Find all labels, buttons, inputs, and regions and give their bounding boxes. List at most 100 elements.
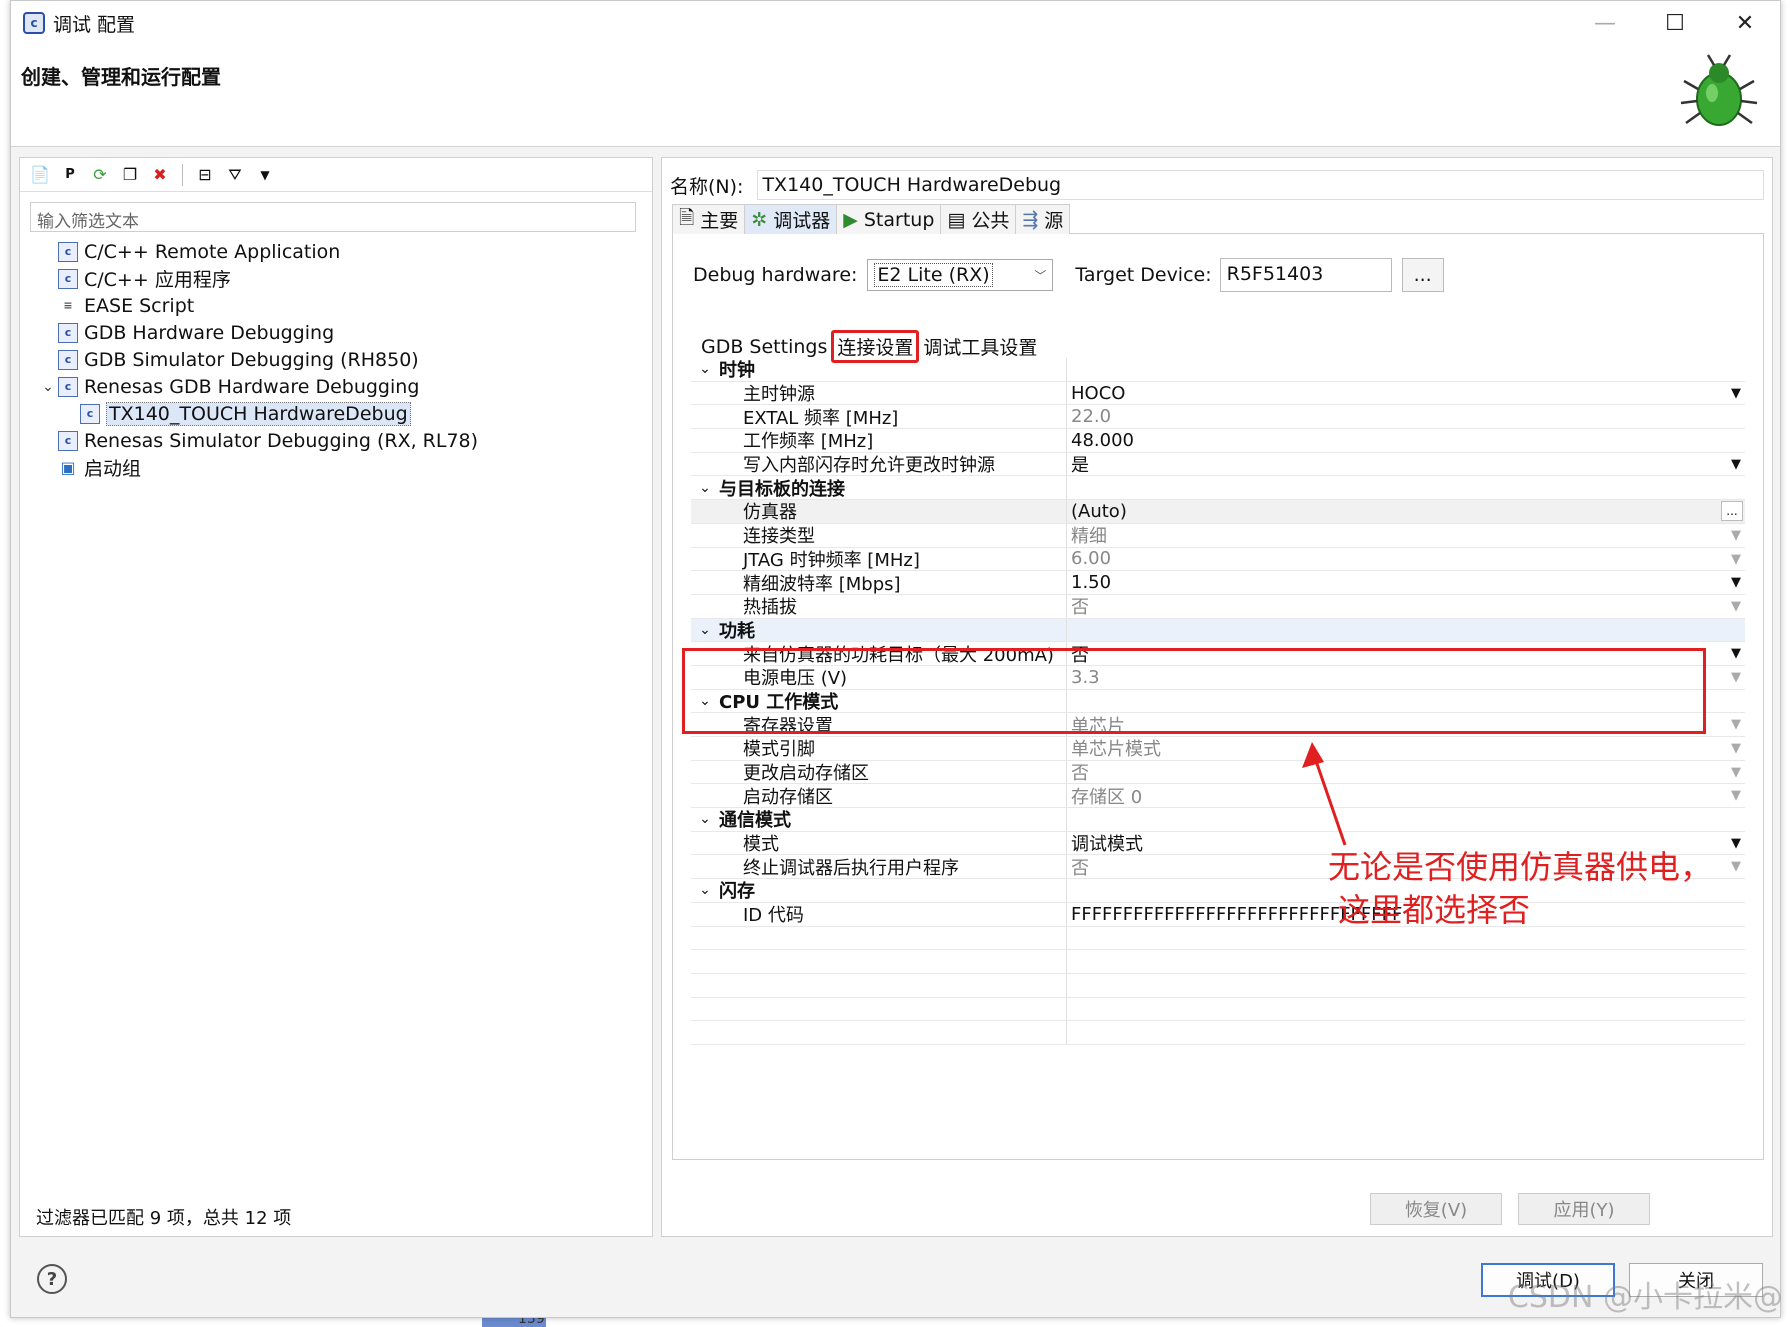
chevron-down-icon[interactable]: ⌄ [691, 480, 719, 496]
grid-property-row[interactable]: 工作频率 [MHz] 48.000 [691, 429, 1745, 453]
tree-item[interactable]: c Renesas Simulator Debugging (RX, RL78) [20, 427, 652, 454]
filter-icon[interactable]: ⛛ [223, 163, 247, 187]
grid-property-row[interactable]: EXTAL 频率 [MHz] 22.0 [691, 405, 1745, 430]
tab-source[interactable]: ⇶ 源 [1015, 204, 1071, 234]
grid-property-row[interactable] [691, 950, 1745, 974]
dropdown-arrow-icon[interactable]: ▼ [1731, 646, 1741, 661]
chevron-down-icon[interactable]: ⌄ [691, 882, 719, 898]
dropdown-arrow-icon[interactable]: ▼ [1731, 552, 1741, 567]
tab-common[interactable]: ▤ 公共 [940, 204, 1017, 234]
property-name-cell [691, 997, 1067, 1021]
target-device-input[interactable]: R5F51403 [1219, 258, 1392, 292]
grid-category-row[interactable]: ⌄ 时钟 [691, 358, 1745, 382]
property-value-cell[interactable]: 是 [1067, 453, 1745, 476]
property-value-cell[interactable]: 否 [1067, 595, 1745, 618]
name-input[interactable]: TX140_TOUCH HardwareDebug [757, 170, 1765, 200]
grid-property-row[interactable]: 热插拔 否 ▼ [691, 594, 1745, 619]
property-value-cell[interactable] [1067, 950, 1745, 973]
browse-device-button[interactable]: ... [1401, 258, 1444, 292]
grid-property-row[interactable]: 精细波特率 [Mbps] 1.50 ▼ [691, 571, 1745, 595]
subtab-gdb-settings[interactable]: GDB Settings [697, 334, 831, 360]
grid-property-row[interactable]: 主时钟源 HOCO ▼ [691, 381, 1745, 406]
property-value-cell[interactable]: HOCO [1067, 382, 1745, 405]
dropdown-arrow-icon[interactable]: ▼ [1731, 386, 1741, 401]
property-name-cell: 更改启动存储区 [691, 760, 1067, 784]
property-value-cell[interactable]: (Auto) [1067, 500, 1745, 523]
delete-icon[interactable]: ✖ [148, 163, 172, 187]
browse-emulator-button[interactable]: ... [1721, 501, 1743, 522]
chevron-down-icon[interactable]: ⌄ [691, 361, 719, 377]
hardware-row: Debug hardware: E2 Lite (RX) ﹀ Target De… [693, 258, 1444, 292]
apply-button[interactable]: 应用(Y) [1518, 1193, 1650, 1225]
tab-startup[interactable]: ▶ Startup [836, 204, 942, 234]
new-config-icon[interactable]: 📄 [28, 163, 52, 187]
maximize-button[interactable]: ☐ [1640, 1, 1710, 45]
grid-property-row[interactable]: JTAG 时钟频率 [MHz] 6.00 ▼ [691, 547, 1745, 572]
dropdown-arrow-icon[interactable]: ▼ [1731, 457, 1741, 472]
property-value-cell[interactable]: 48.000 [1067, 429, 1745, 452]
chevron-down-icon[interactable]: ⌄ [38, 379, 58, 395]
tree-item[interactable]: c GDB Hardware Debugging [20, 319, 652, 346]
tree-item[interactable]: c TX140_TOUCH HardwareDebug [20, 400, 652, 427]
property-name-cell: 启动存储区 [691, 784, 1067, 808]
dropdown-arrow-icon[interactable]: ▼ [1731, 670, 1741, 685]
property-value-cell[interactable]: 单芯片模式 [1067, 737, 1745, 760]
dropdown-arrow-icon[interactable]: ▼ [1731, 717, 1741, 732]
close-window-button[interactable]: ✕ [1710, 1, 1780, 45]
property-value-cell[interactable] [1067, 974, 1745, 997]
property-value-cell[interactable] [1067, 1021, 1745, 1044]
revert-button[interactable]: 恢复(V) [1370, 1193, 1502, 1225]
tree-item[interactable]: c GDB Simulator Debugging (RH850) [20, 346, 652, 373]
chevron-down-icon[interactable]: ⌄ [691, 622, 719, 638]
property-value-cell[interactable]: 否 [1067, 761, 1745, 784]
chevron-down-icon[interactable]: ▼ [253, 163, 277, 187]
grid-property-row[interactable]: 更改启动存储区 否 ▼ [691, 760, 1745, 785]
tree-item[interactable]: c C/C++ Remote Application [20, 238, 652, 265]
property-value-cell[interactable]: 存储区 0 [1067, 784, 1745, 808]
filter-input[interactable]: 输入筛选文本 [30, 202, 636, 232]
property-name-cell: ⌄ 与目标板的连接 [691, 476, 1067, 500]
property-value-cell[interactable]: 6.00 [1067, 548, 1745, 571]
property-name-cell: ⌄ 闪存 [691, 879, 1067, 902]
grid-property-row[interactable]: 连接类型 精细 ▼ [691, 523, 1745, 548]
tree-item[interactable]: ≡ EASE Script [20, 292, 652, 319]
tab-debugger[interactable]: ✲ 调试器 [744, 204, 838, 234]
tab-main[interactable]: 🗎 主要 [672, 204, 746, 234]
tree-item-label: GDB Hardware Debugging [84, 321, 335, 344]
tree-item[interactable]: ▣ 启动组 [20, 454, 652, 481]
debug-hardware-select[interactable]: E2 Lite (RX) ﹀ [867, 259, 1054, 291]
grid-category-row[interactable]: ⌄ 通信模式 [691, 808, 1745, 832]
tree-item[interactable]: c C/C++ 应用程序 [20, 265, 652, 292]
grid-property-row[interactable]: 仿真器 (Auto)... [691, 500, 1745, 524]
property-value-cell[interactable]: 精细 [1067, 524, 1745, 547]
duplicate-icon[interactable]: ❐ [118, 163, 142, 187]
property-value-cell[interactable]: 22.0 [1067, 405, 1745, 428]
dropdown-arrow-icon[interactable]: ▼ [1731, 741, 1741, 756]
tree-item[interactable]: ⌄ c Renesas GDB Hardware Debugging [20, 373, 652, 400]
grid-property-row[interactable] [691, 997, 1745, 1022]
dropdown-arrow-icon[interactable]: ▼ [1731, 836, 1741, 851]
dropdown-arrow-icon[interactable]: ▼ [1731, 599, 1741, 614]
grid-property-row[interactable] [691, 973, 1745, 998]
c-config-icon: c [58, 349, 78, 370]
dropdown-arrow-icon[interactable]: ▼ [1731, 765, 1741, 780]
help-icon[interactable]: ? [37, 1264, 67, 1294]
grid-property-row[interactable] [691, 1021, 1745, 1045]
dropdown-arrow-icon[interactable]: ▼ [1731, 859, 1741, 874]
minimize-button[interactable]: — [1570, 1, 1640, 45]
dropdown-arrow-icon[interactable]: ▼ [1731, 788, 1741, 803]
property-value-cell[interactable] [1067, 998, 1745, 1021]
dropdown-arrow-icon[interactable]: ▼ [1731, 575, 1741, 590]
chevron-down-icon[interactable]: ⌄ [691, 811, 719, 827]
export-icon[interactable]: ⟳ [88, 163, 112, 187]
grid-property-row[interactable]: 写入内部闪存时允许更改时钟源 是 ▼ [691, 452, 1745, 477]
grid-category-row[interactable]: ⌄ 功耗 [691, 618, 1745, 643]
property-value: 否 [1071, 763, 1089, 785]
dropdown-arrow-icon[interactable]: ▼ [1731, 528, 1741, 543]
grid-property-row[interactable]: 启动存储区 存储区 0 ▼ [691, 784, 1745, 809]
property-value-cell[interactable]: 1.50 [1067, 571, 1745, 594]
grid-property-row[interactable]: 模式引脚 单芯片模式 ▼ [691, 737, 1745, 761]
collapse-all-icon[interactable]: ⊟ [193, 163, 217, 187]
grid-category-row[interactable]: ⌄ 与目标板的连接 [691, 476, 1745, 501]
new-prototype-icon[interactable]: P [58, 163, 82, 187]
